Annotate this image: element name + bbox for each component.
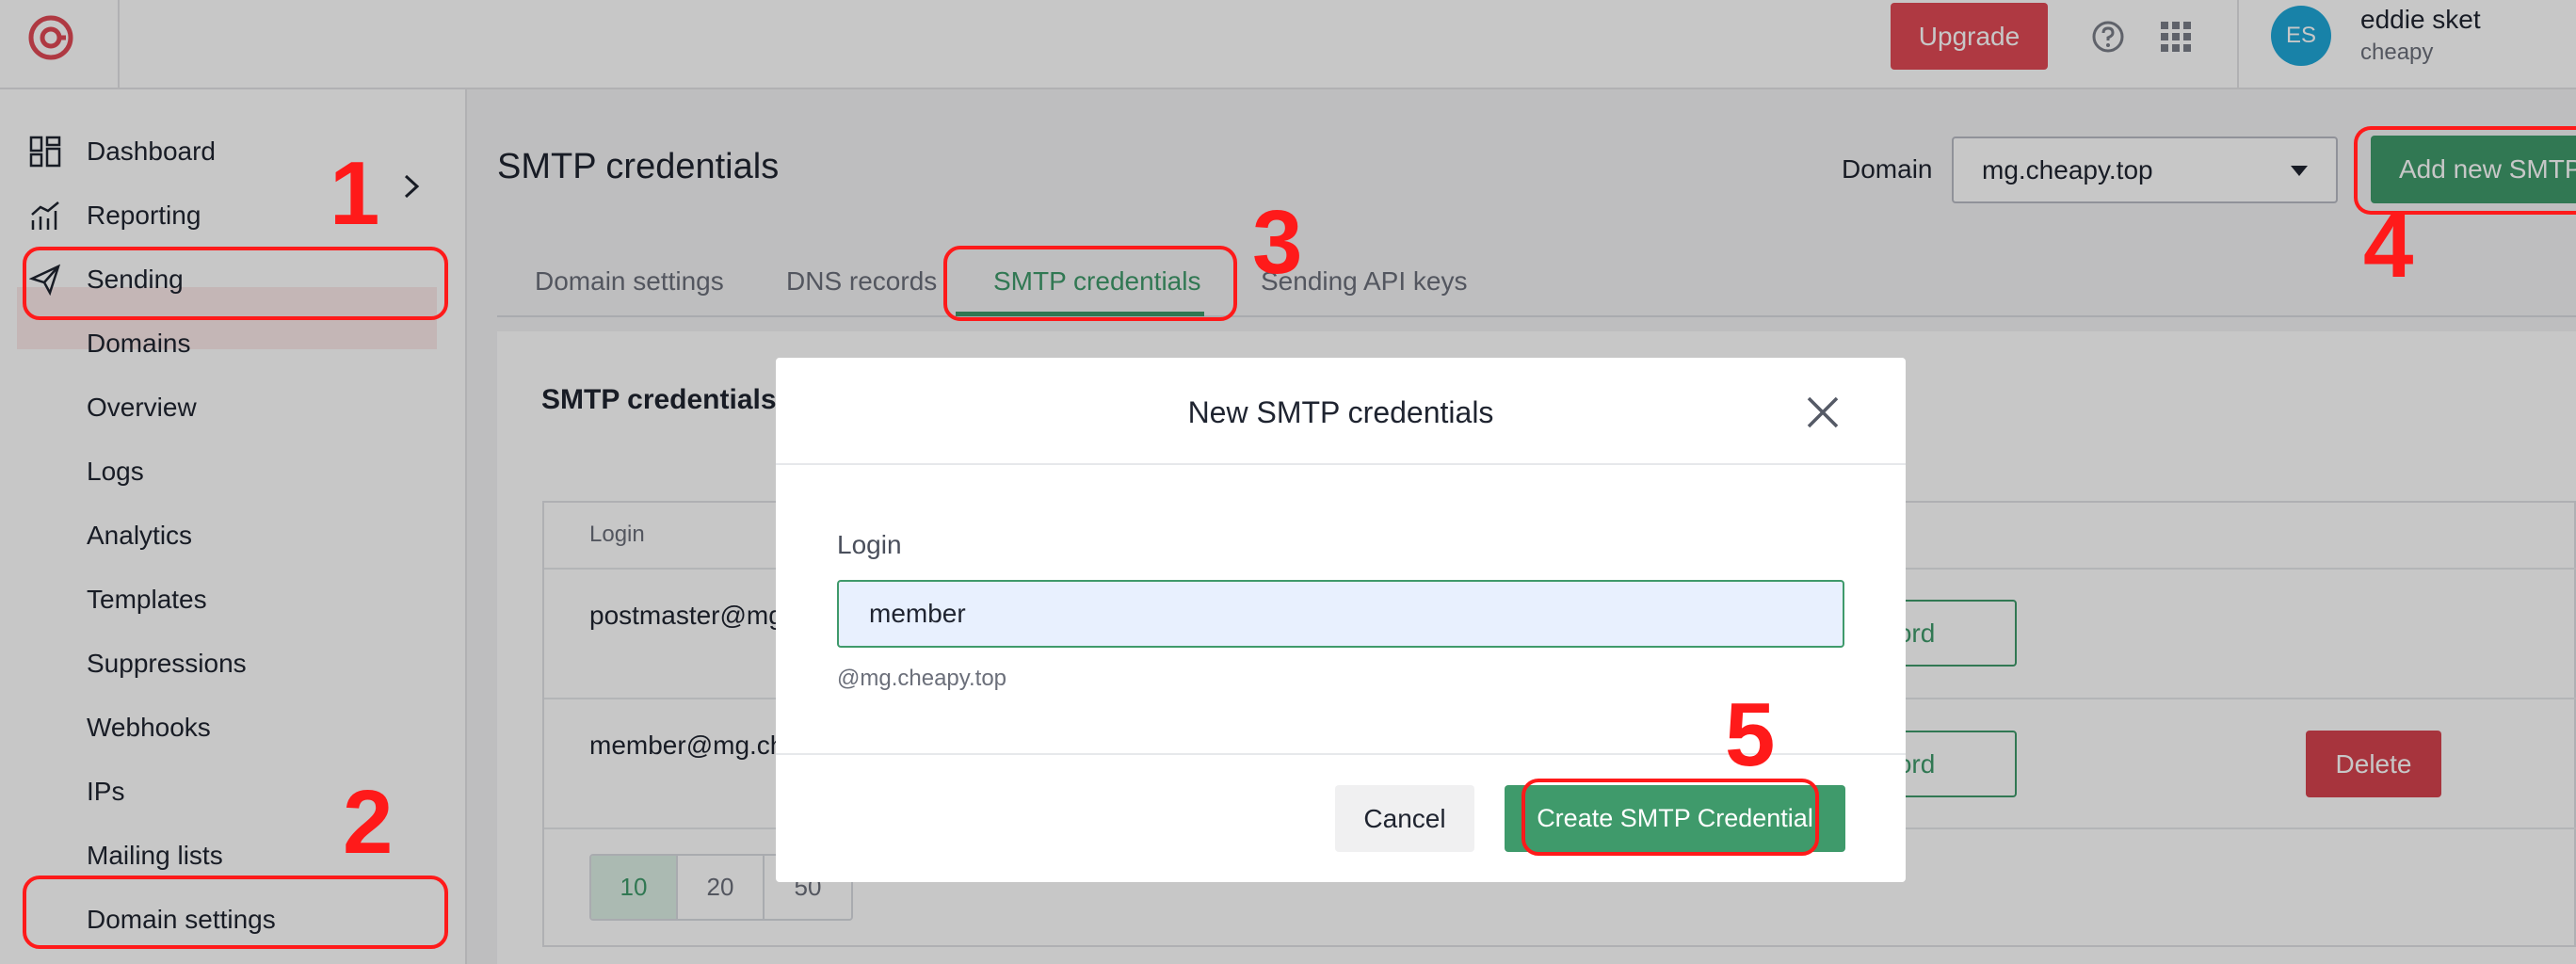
dialog-header: New SMTP credentials	[776, 358, 1906, 465]
annotation-step-2: 2	[343, 772, 394, 873]
annotation-step-3: 3	[1252, 192, 1303, 293]
annotation-step-5: 5	[1725, 684, 1776, 785]
login-domain-suffix: @mg.cheapy.top	[837, 666, 1007, 691]
cancel-button[interactable]: Cancel	[1335, 785, 1474, 852]
annotation-highlight-smtp-tab	[943, 246, 1237, 321]
annotation-step-1: 1	[330, 143, 380, 244]
annotation-highlight-domain-settings	[23, 876, 448, 949]
login-input[interactable]	[837, 580, 1844, 648]
close-icon[interactable]	[1804, 394, 1842, 431]
annotation-highlight-create-button	[1521, 779, 1819, 856]
annotation-step-4: 4	[2363, 196, 2414, 297]
dialog-title: New SMTP credentials	[1187, 395, 1494, 429]
annotation-highlight-sending	[23, 247, 448, 320]
login-field-label: Login	[837, 530, 902, 559]
